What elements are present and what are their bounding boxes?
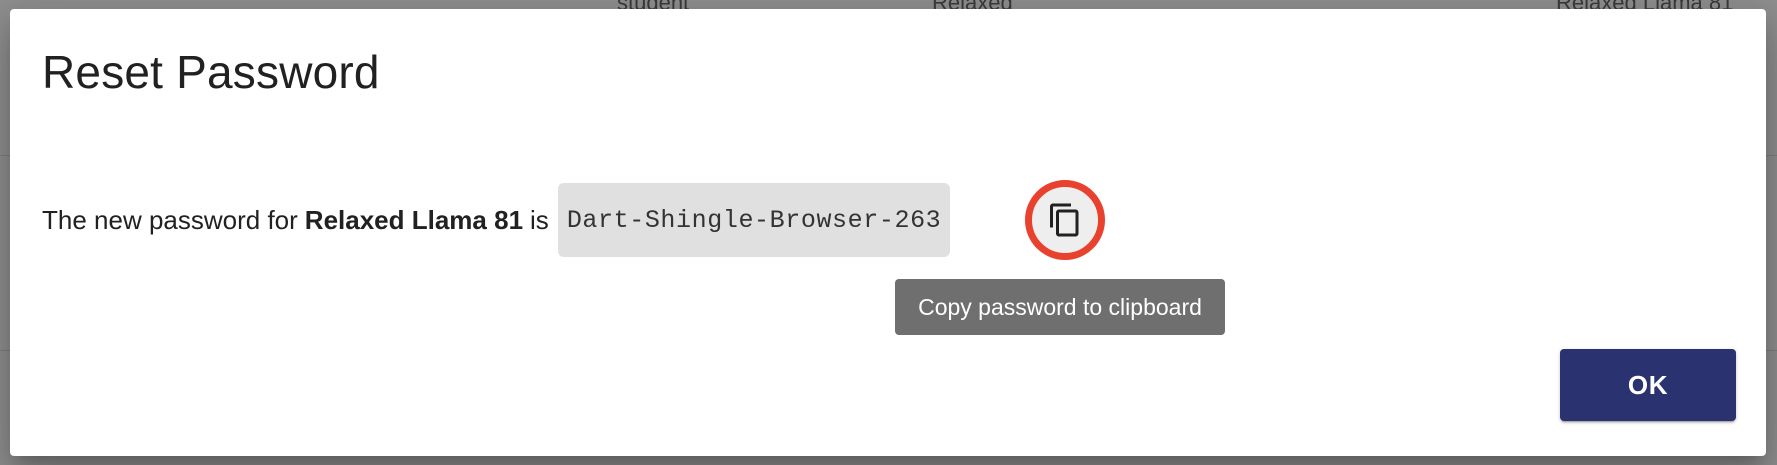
ok-button[interactable]: OK [1560, 349, 1736, 421]
copy-tooltip: Copy password to clipboard [895, 279, 1225, 335]
dialog-title: Reset Password [42, 46, 380, 98]
password-message: The new password for Relaxed Llama 81 is… [42, 183, 951, 257]
message-prefix: The new password for [42, 204, 298, 235]
password-value[interactable]: Dart-Shingle-Browser-263 [557, 183, 951, 257]
user-name: Relaxed Llama 81 [304, 204, 524, 235]
reset-password-dialog: Reset Password The new password for Rela… [10, 9, 1766, 456]
copy-password-button[interactable] [1025, 180, 1105, 260]
copy-icon [1050, 203, 1079, 237]
message-suffix: is [530, 204, 549, 235]
